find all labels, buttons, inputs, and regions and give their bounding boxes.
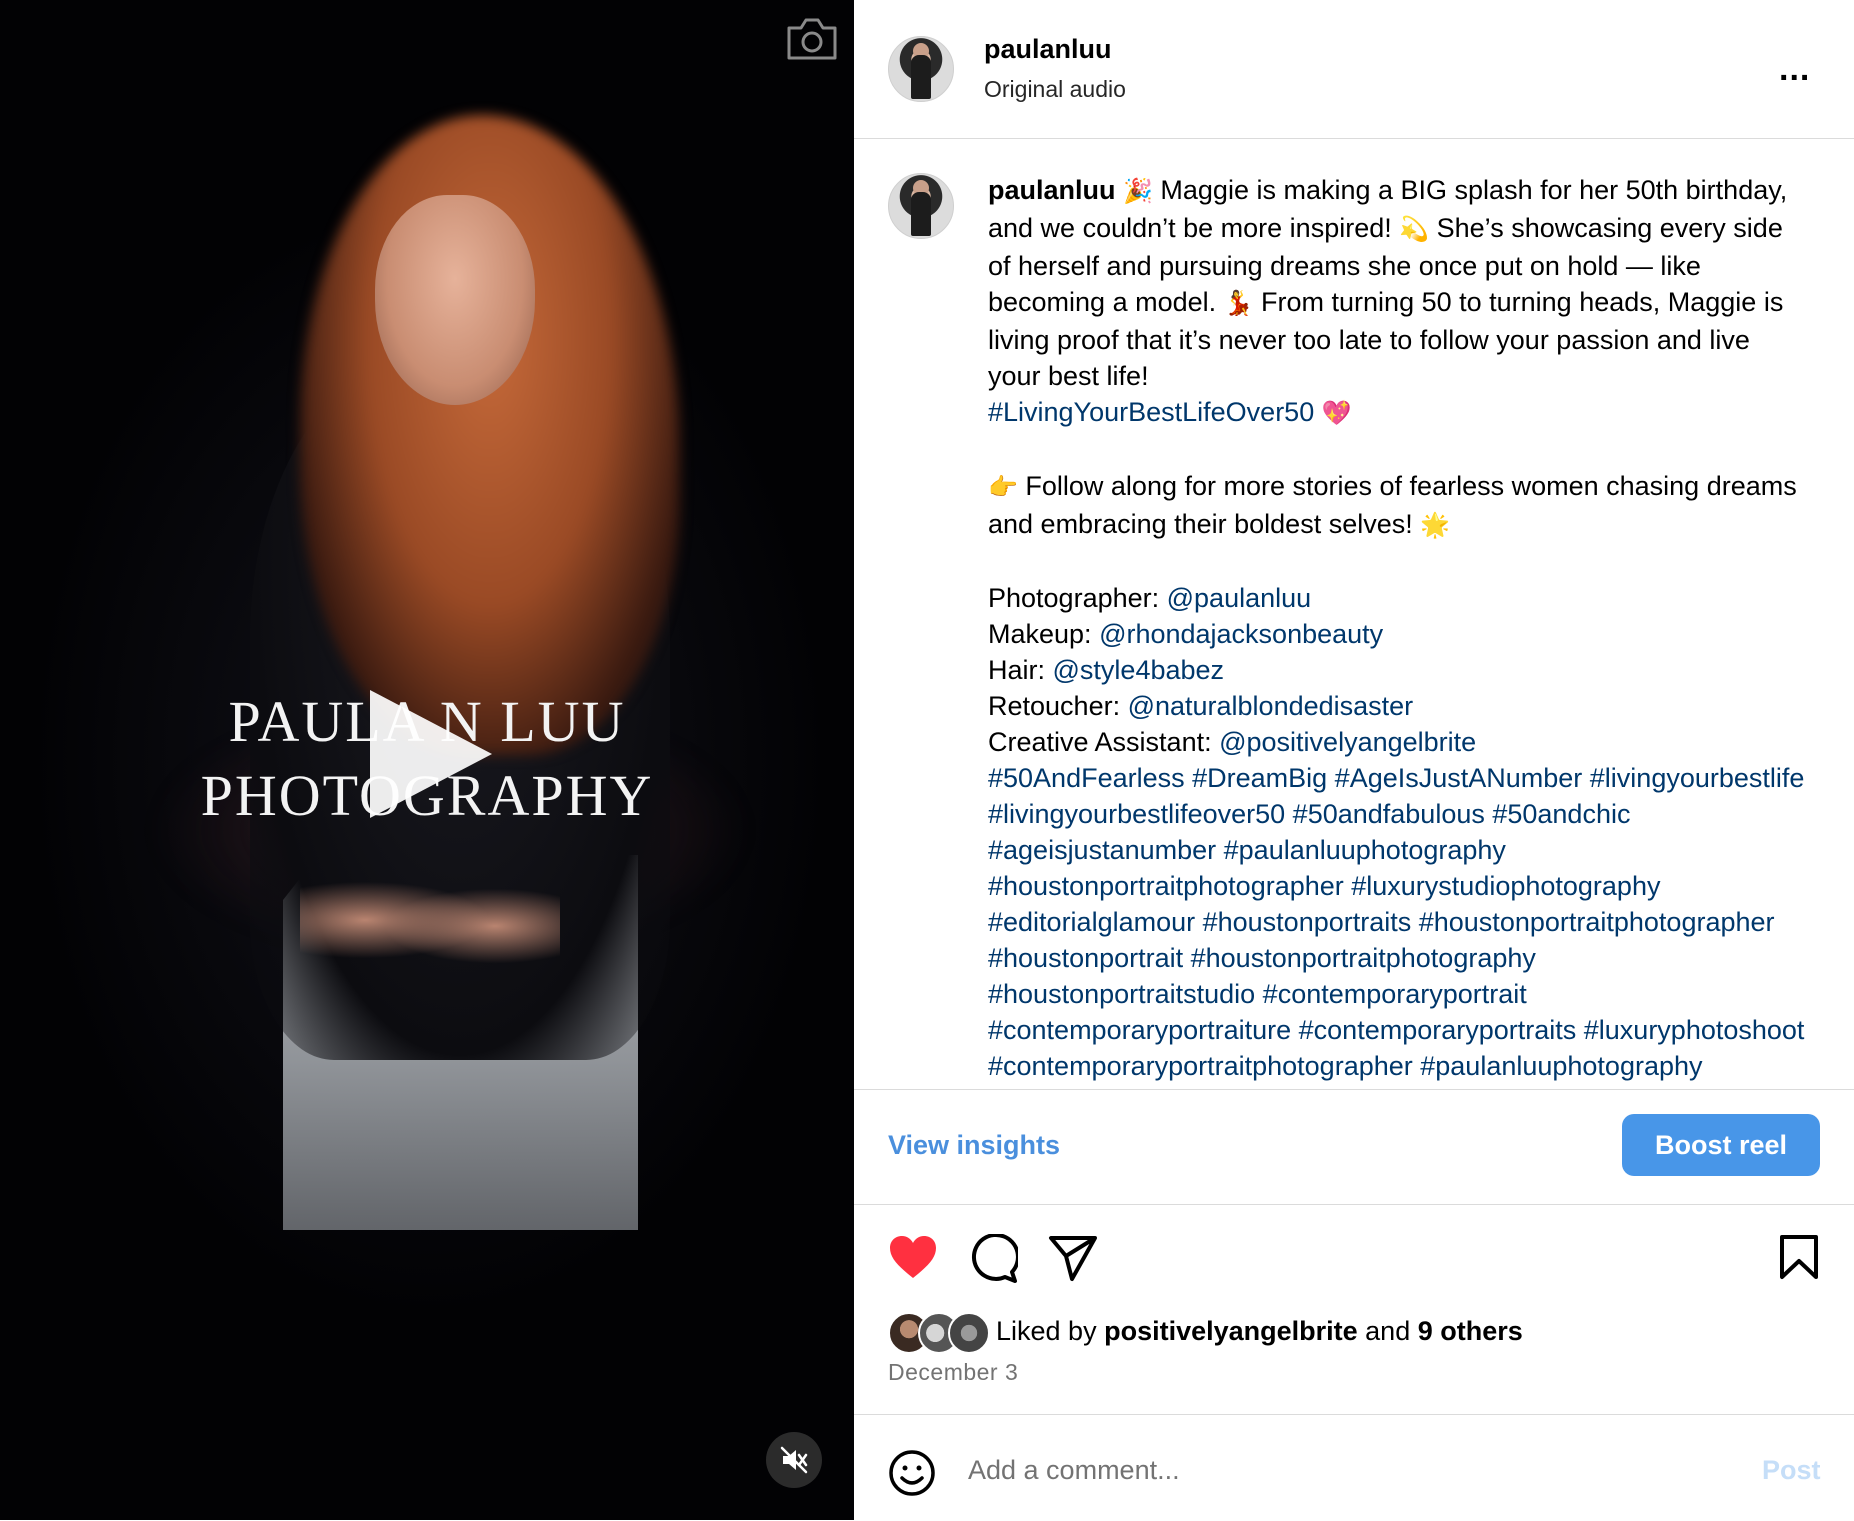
avatar[interactable] [888, 36, 954, 102]
comment-icon[interactable] [968, 1234, 1018, 1284]
post-header: paulanluu Original audio ... [854, 0, 1854, 139]
glowing-star-emoji: 🌟 [1420, 512, 1451, 539]
post-caption: paulanluu 🎉 Maggie is making a BIG splas… [988, 172, 1808, 1084]
sparkling-heart-emoji: 💖 [1321, 400, 1352, 427]
credit-label: Retoucher: [988, 691, 1128, 721]
boost-reel-button[interactable]: Boost reel [1622, 1114, 1820, 1176]
video-subject-face [375, 195, 535, 405]
credit-label: Hair: [988, 655, 1053, 685]
liker-avatar[interactable] [948, 1312, 990, 1354]
mention-link[interactable]: @naturalblondedisaster [1128, 691, 1414, 721]
video-subject-hands [300, 860, 560, 980]
credit-label: Creative Assistant: [988, 727, 1220, 757]
party-popper-emoji: 🎉 [1123, 178, 1153, 205]
play-icon[interactable] [370, 690, 492, 818]
mention-link[interactable]: @positivelyangelbrite [1219, 727, 1476, 757]
dancer-emoji: 💃 [1223, 290, 1254, 317]
mute-toggle-button[interactable] [766, 1432, 822, 1488]
caption-avatar[interactable] [888, 173, 954, 239]
liked-by-text: Liked by positivelyangelbrite and 9 othe… [996, 1316, 1523, 1347]
heart-icon[interactable] [888, 1234, 938, 1280]
credit-label: Makeup: [988, 619, 1100, 649]
more-options-icon[interactable]: ... [1779, 50, 1810, 89]
comment-input[interactable] [966, 1447, 1670, 1493]
post-actions: Liked by positivelyangelbrite and 9 othe… [854, 1204, 1854, 1414]
hashtag-link[interactable]: #LivingYourBestLifeOver50 [988, 397, 1314, 427]
liked-by-others[interactable]: 9 others [1418, 1316, 1523, 1346]
post-details-panel: paulanluu Original audio ... paulanluu 🎉… [854, 0, 1854, 1520]
credit-label: Photographer: [988, 583, 1167, 613]
liked-by-mid: and [1357, 1316, 1418, 1346]
avatar-body [911, 55, 931, 99]
instagram-post-view: PAULA N LUU PHOTOGRAPHY paulanluu Origin… [0, 0, 1854, 1520]
dizzy-emoji: 💫 [1399, 216, 1430, 243]
caption-scroll-area[interactable]: paulanluu 🎉 Maggie is making a BIG splas… [854, 139, 1854, 1089]
mention-link[interactable]: @style4babez [1053, 655, 1225, 685]
reel-video-player[interactable]: PAULA N LUU PHOTOGRAPHY [0, 0, 854, 1520]
liked-by-avatars[interactable] [888, 1312, 990, 1354]
comment-bar: Post [854, 1414, 1854, 1521]
camera-icon[interactable] [785, 16, 839, 62]
caption-text-4: Follow along for more stories of fearles… [988, 471, 1805, 539]
caption-username[interactable]: paulanluu [988, 175, 1116, 205]
bookmark-icon[interactable] [1779, 1234, 1819, 1280]
liked-by-user[interactable]: positivelyangelbrite [1104, 1316, 1358, 1346]
share-icon[interactable] [1048, 1234, 1098, 1282]
post-author-username[interactable]: paulanluu [984, 34, 1112, 65]
mention-link[interactable]: @rhondajacksonbeauty [1099, 619, 1383, 649]
liked-by-prefix: Liked by [996, 1316, 1105, 1346]
audio-label[interactable]: Original audio [984, 76, 1126, 103]
insights-bar: View insights Boost reel [854, 1089, 1854, 1205]
emoji-picker-icon[interactable] [888, 1449, 936, 1497]
hashtag-list[interactable]: #50AndFearless #DreamBig #AgeIsJustANumb… [988, 763, 1812, 1081]
pointing-hand-emoji: 👉 [988, 474, 1018, 501]
post-date[interactable]: December 3 [888, 1359, 1018, 1386]
post-comment-button[interactable]: Post [1762, 1455, 1821, 1486]
muted-speaker-icon [780, 1446, 808, 1474]
avatar-body [911, 192, 931, 236]
view-insights-link[interactable]: View insights [888, 1130, 1060, 1161]
mention-link[interactable]: @paulanluu [1167, 583, 1312, 613]
